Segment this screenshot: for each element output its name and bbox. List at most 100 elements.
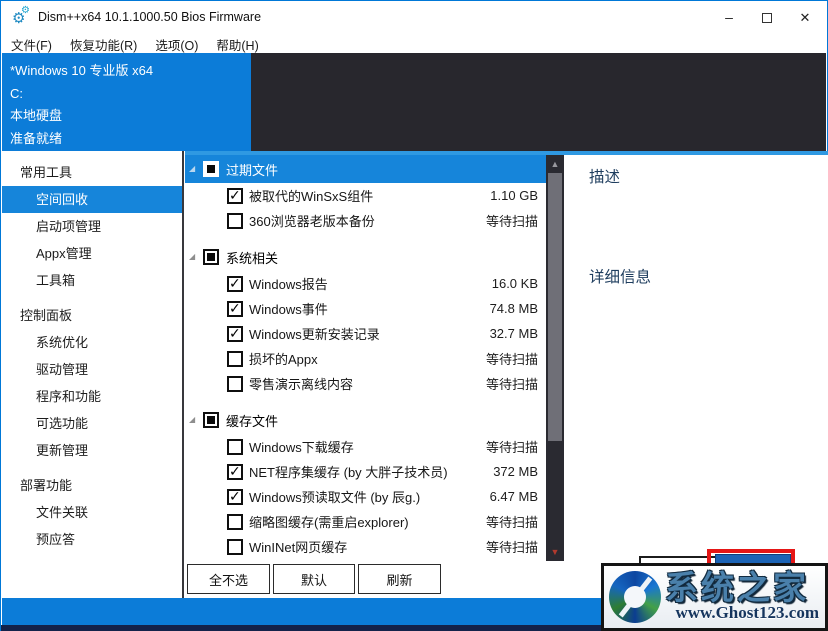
maximize-button[interactable]	[750, 2, 784, 33]
image-drive-letter: C:	[10, 83, 251, 106]
check-mark-icon: ✓	[229, 275, 241, 292]
group-label: 过期文件	[226, 160, 278, 179]
cleanup-item-row[interactable]: 零售演示离线内容等待扫描	[185, 371, 546, 396]
cleanup-group-row[interactable]: ◢ 过期文件	[185, 155, 546, 183]
sidebar-item[interactable]: 程序和功能	[2, 383, 182, 410]
partial-check-fill	[207, 253, 215, 261]
image-os-name: *Windows 10 专业版 x64	[10, 60, 251, 83]
cleanup-item-row[interactable]: 损坏的Appx等待扫描	[185, 346, 546, 371]
check-mark-icon: ✓	[229, 463, 241, 480]
sidebar-section-header: 常用工具	[2, 159, 182, 186]
checkbox-checked[interactable]: ✓	[227, 276, 243, 292]
group-checkbox-partial[interactable]	[203, 161, 219, 177]
cleanup-item-row[interactable]: ✓ NET程序集缓存 (by 大胖子技术员)372 MB	[185, 459, 546, 484]
maximize-icon	[762, 13, 772, 23]
gear-icon-small: ⚙	[21, 5, 30, 16]
expander-triangle-icon[interactable]: ◢	[189, 165, 203, 173]
checkbox-unchecked[interactable]	[227, 514, 243, 530]
cleanup-item-row[interactable]: ✓被取代的WinSxS组件1.10 GB	[185, 183, 546, 208]
scroll-up-icon[interactable]: ▲	[546, 159, 564, 169]
checkbox-unchecked[interactable]	[227, 213, 243, 229]
checkbox-unchecked[interactable]	[227, 439, 243, 455]
sidebar-section-header: 控制面板	[2, 302, 182, 329]
cleanup-item-row[interactable]: Windows下载缓存等待扫描	[185, 434, 546, 459]
checkbox-unchecked[interactable]	[227, 351, 243, 367]
watermark-site-url: www.Ghost123.com	[665, 603, 819, 623]
checkbox-checked[interactable]: ✓	[227, 464, 243, 480]
checkbox-checked[interactable]: ✓	[227, 301, 243, 317]
item-size-value: 等待扫描	[486, 374, 546, 393]
checkbox-unchecked[interactable]	[227, 539, 243, 555]
refresh-button[interactable]: 刷新	[358, 564, 441, 594]
checkbox-checked[interactable]: ✓	[227, 489, 243, 505]
sidebar-item[interactable]: 系统优化	[2, 329, 182, 356]
partial-check-fill	[207, 416, 215, 424]
cleanup-item-row[interactable]: 360浏览器老版本备份等待扫描	[185, 208, 546, 233]
sidebar-item[interactable]: 文件关联	[2, 499, 182, 526]
window-title: Dism++x64 10.1.1000.50 Bios Firmware	[38, 10, 261, 24]
item-label: 360浏览器老版本备份	[249, 211, 486, 230]
partial-check-fill	[207, 165, 215, 173]
ghost123-watermark: 系统之家 www.Ghost123.com	[601, 563, 828, 631]
item-size-value: 1.10 GB	[490, 188, 546, 203]
image-status: 准备就绪	[10, 128, 251, 151]
checkbox-unchecked[interactable]	[227, 376, 243, 392]
menu-bar: 文件(F)恢复功能(R)选项(O)帮助(H)	[2, 33, 826, 53]
details-heading: 详细信息	[589, 265, 828, 287]
session-banner: *Windows 10 专业版 x64 C: 本地硬盘 准备就绪	[2, 53, 826, 151]
image-disk-type: 本地硬盘	[10, 105, 251, 128]
windows-image-tile[interactable]: *Windows 10 专业版 x64 C: 本地硬盘 准备就绪	[2, 53, 251, 151]
checkbox-checked[interactable]: ✓	[227, 326, 243, 342]
cleanup-group-row[interactable]: ◢缓存文件	[185, 406, 546, 434]
sidebar-item[interactable]: 启动项管理	[2, 213, 182, 240]
group-checkbox-partial[interactable]	[203, 249, 219, 265]
select-none-button[interactable]: 全不选	[187, 564, 270, 594]
cleanup-item-row[interactable]: ✓Windows更新安装记录32.7 MB	[185, 321, 546, 346]
check-mark-icon: ✓	[229, 488, 241, 505]
item-size-value: 74.8 MB	[490, 301, 546, 316]
cleanup-item-row[interactable]: WinINet网页缓存等待扫描	[185, 534, 546, 559]
item-label: Windows报告	[249, 274, 492, 293]
checkbox-checked[interactable]: ✓	[227, 188, 243, 204]
item-size-value: 等待扫描	[486, 512, 546, 531]
expander-triangle-icon[interactable]: ◢	[189, 416, 203, 424]
default-button[interactable]: 默认	[273, 564, 355, 594]
item-label: NET程序集缓存 (by 大胖子技术员)	[249, 462, 493, 481]
scroll-down-icon[interactable]: ▼	[546, 547, 564, 557]
item-label: Windows预读取文件 (by 辰g.)	[249, 487, 490, 506]
minimize-button[interactable]: –	[712, 2, 746, 33]
watermark-site-name: 系统之家	[665, 571, 819, 605]
sidebar-item[interactable]: 可选功能	[2, 410, 182, 437]
sidebar-item[interactable]: 预应答	[2, 526, 182, 553]
item-size-value: 等待扫描	[486, 437, 546, 456]
item-label: Windows下载缓存	[249, 437, 486, 456]
item-size-value: 372 MB	[493, 464, 546, 479]
watermark-text: 系统之家 www.Ghost123.com	[665, 571, 819, 623]
details-panel: 描述 详细信息	[565, 155, 828, 598]
ghost123-swirl-logo-icon	[609, 571, 661, 623]
sidebar-item[interactable]: 更新管理	[2, 437, 182, 464]
expander-triangle-icon[interactable]: ◢	[189, 253, 203, 261]
cleanup-item-row[interactable]: 缩略图缓存(需重启explorer)等待扫描	[185, 509, 546, 534]
item-label: Windows事件	[249, 299, 490, 318]
cleanup-item-row[interactable]: ✓Windows报告16.0 KB	[185, 271, 546, 296]
cleanup-item-row[interactable]: ✓ Windows预读取文件 (by 辰g.)6.47 MB	[185, 484, 546, 509]
sidebar-item[interactable]: 工具箱	[2, 267, 182, 294]
item-size-value: 等待扫描	[486, 349, 546, 368]
sidebar-item[interactable]: 驱动管理	[2, 356, 182, 383]
check-mark-icon: ✓	[229, 300, 241, 317]
cleanup-item-row[interactable]: ✓ Windows事件74.8 MB	[185, 296, 546, 321]
check-mark-icon: ✓	[229, 325, 241, 342]
title-bar: ⚙⚙ Dism++x64 10.1.1000.50 Bios Firmware …	[2, 2, 826, 33]
group-checkbox-partial[interactable]	[203, 412, 219, 428]
sidebar-item[interactable]: Appx管理	[2, 240, 182, 267]
close-button[interactable]: ✕	[788, 2, 822, 33]
app-gears-icon: ⚙⚙	[12, 9, 34, 27]
cleanup-group-row[interactable]: ◢系统相关	[185, 243, 546, 271]
list-scrollbar[interactable]: ▲ ▼	[546, 155, 564, 561]
scrollbar-thumb[interactable]	[548, 173, 562, 441]
item-size-value: 6.47 MB	[490, 489, 546, 504]
sidebar-section-header: 部署功能	[2, 472, 182, 499]
item-label: 零售演示离线内容	[249, 374, 486, 393]
sidebar-item[interactable]: 空间回收	[2, 186, 182, 213]
